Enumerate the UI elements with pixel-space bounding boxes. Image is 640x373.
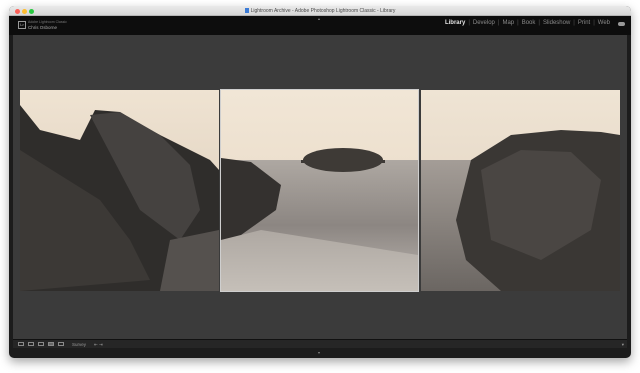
module-map[interactable]: Map: [499, 20, 517, 26]
module-book[interactable]: Book: [519, 20, 539, 26]
title-bar: Lightroom Archive - Adobe Photoshop Ligh…: [9, 6, 631, 16]
cloud-icon[interactable]: [618, 22, 625, 26]
bottom-panel-toggle-icon[interactable]: ▾: [318, 350, 320, 355]
toolbar-menu-icon[interactable]: ▾: [622, 341, 624, 348]
top-panel-toggle-icon[interactable]: ▴: [318, 16, 320, 21]
survey-photo-right[interactable]: [421, 90, 620, 291]
module-print[interactable]: Print: [575, 20, 593, 26]
module-slideshow[interactable]: Slideshow: [540, 20, 573, 26]
view-mode-label: Survey: [72, 342, 87, 347]
navigation-arrows-icon[interactable]: ⇤ ⇥: [94, 341, 103, 348]
survey-view-icon[interactable]: [48, 342, 54, 346]
people-view-icon[interactable]: [58, 342, 64, 346]
window-title: Lightroom Archive - Adobe Photoshop Ligh…: [9, 7, 631, 15]
survey-view-area: [13, 35, 627, 345]
library-toolbar: Survey ⇤ ⇥ ▾: [13, 339, 627, 348]
sea-island-center-image: [221, 90, 418, 291]
grid-view-icon[interactable]: [18, 342, 24, 346]
identity-plate[interactable]: Adobe Lightroom Classic Chris Osborne: [28, 20, 67, 30]
rocky-shore-right-image: [421, 90, 620, 291]
rocky-shore-left-image: [20, 90, 219, 291]
module-library[interactable]: Library: [442, 20, 468, 26]
lightroom-logo: Lr: [18, 21, 26, 29]
survey-photo-center[interactable]: [220, 89, 419, 292]
module-web[interactable]: Web: [595, 20, 613, 26]
survey-grid: [20, 89, 620, 292]
module-develop[interactable]: Develop: [470, 20, 498, 26]
loupe-view-icon[interactable]: [28, 342, 34, 346]
survey-photo-left[interactable]: [20, 90, 219, 291]
document-icon: [244, 8, 249, 14]
identity-plate-line2: Chris Osborne: [28, 25, 58, 30]
compare-view-icon[interactable]: [38, 342, 44, 346]
module-picker: Library | Develop | Map | Book | Slideshow | …: [442, 20, 613, 26]
